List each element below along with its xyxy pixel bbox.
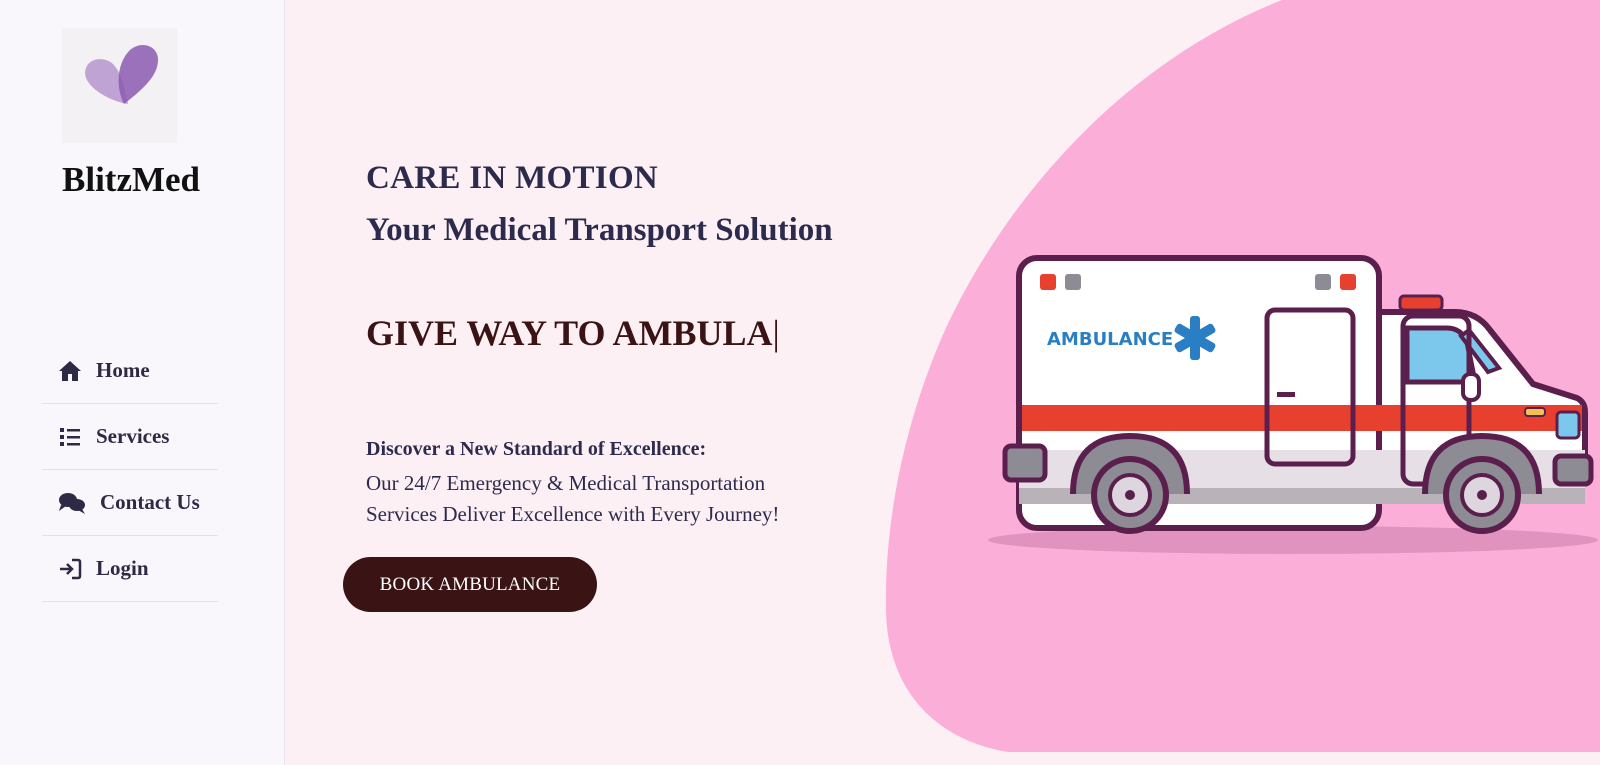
typing-cursor: | (772, 313, 780, 353)
hero-tagline: CARE IN MOTION (366, 160, 659, 196)
book-ambulance-button[interactable]: BOOK AMBULANCE (343, 557, 597, 612)
sidebar-item-contact-us[interactable]: Contact Us (42, 470, 218, 536)
chat-bubbles-icon (58, 491, 86, 515)
typing-headline: GIVE WAY TO AMBULA| (366, 312, 780, 354)
sidebar-item-label: Services (96, 424, 170, 448)
hero-description: Our 24/7 Emergency & Medical Transportat… (366, 471, 780, 526)
discover-title: Discover a New Standard of Excellence: (366, 438, 707, 460)
sidebar-item-services[interactable]: Services (42, 404, 218, 470)
page: BlitzMed Home Services Contact Us Login … (0, 0, 1600, 765)
sidebar-item-label: Login (96, 556, 149, 580)
home-icon (58, 359, 82, 383)
sidebar-item-label: Home (96, 358, 150, 382)
list-icon (58, 425, 82, 449)
sidebar: BlitzMed Home Services Contact Us Login (0, 0, 285, 765)
sidebar-item-home[interactable]: Home (42, 338, 218, 404)
sidebar-item-label: Contact Us (100, 490, 200, 514)
ambulance-label: AMBULANCE (1047, 329, 1173, 350)
brand-name: BlitzMed (62, 160, 201, 199)
sidebar-nav: Home Services Contact Us Login (42, 338, 218, 602)
logo[interactable] (62, 28, 177, 143)
ambulance-illustration: AMBULANCE (988, 255, 1598, 554)
sidebar-item-login[interactable]: Login (42, 536, 218, 602)
heart-logo-icon (85, 45, 158, 104)
typing-text: GIVE WAY TO AMBULA (366, 313, 773, 353)
hero-subtitle: Your Medical Transport Solution (366, 212, 833, 248)
login-icon (58, 557, 82, 581)
